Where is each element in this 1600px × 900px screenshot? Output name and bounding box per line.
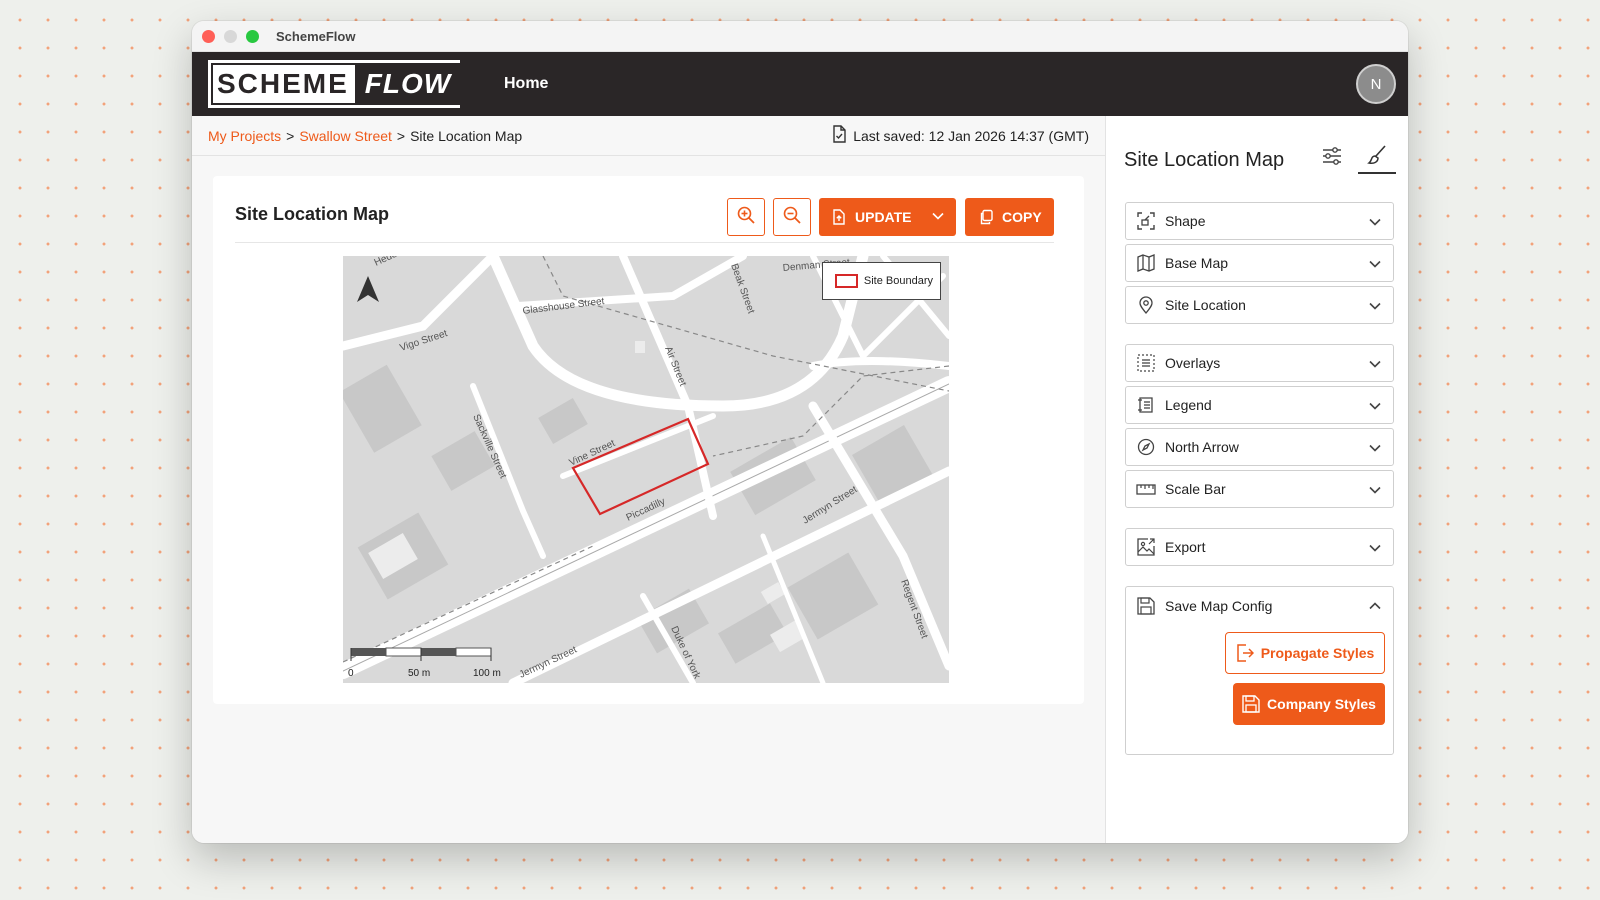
zoom-out-button[interactable] [773, 198, 811, 236]
section-base-map[interactable]: Base Map [1125, 244, 1394, 282]
scale-label: 50 m [408, 668, 430, 679]
zoom-out-icon [782, 205, 802, 230]
chevron-down-icon [1368, 441, 1382, 458]
propagate-styles-button[interactable]: Propagate Styles [1225, 632, 1385, 674]
update-label: UPDATE [855, 209, 912, 225]
copy-label: COPY [1002, 209, 1042, 225]
shape-icon [1136, 211, 1156, 231]
save-icon [1242, 695, 1260, 713]
propagate-icon [1236, 644, 1254, 662]
settings-panel: Site Location Map Shape Base Map Site Lo… [1105, 116, 1408, 843]
export-image-icon [1136, 537, 1156, 557]
section-label: North Arrow [1165, 439, 1239, 455]
panel-title: Site Location Map [1124, 149, 1285, 171]
legend-swatch [834, 274, 858, 288]
location-pin-icon [1136, 295, 1156, 315]
chevron-up-icon [1368, 599, 1382, 616]
nav-home-link[interactable]: Home [504, 75, 548, 93]
section-label: Base Map [1165, 255, 1229, 271]
copy-icon [979, 209, 994, 225]
chevron-down-icon [1368, 257, 1382, 274]
chevron-down-icon [1368, 399, 1382, 416]
chevron-down-icon[interactable] [931, 209, 945, 226]
section-site-location[interactable]: Site Location [1125, 286, 1394, 324]
window-titlebar: SchemeFlow [192, 21, 1408, 52]
map-card: Site Location Map UPDATE COPY Glasshouse… [213, 176, 1084, 704]
card-title: Site Location Map [235, 204, 390, 224]
section-overlays[interactable]: Overlays [1125, 344, 1394, 382]
last-saved-text: Last saved: 12 Jan 2026 14:37 (GMT) [853, 127, 1089, 144]
overlays-icon [1136, 353, 1156, 373]
scale-label: 100 m [473, 668, 501, 679]
section-label: Save Map Config [1165, 598, 1273, 614]
breadcrumb-bar: My Projects > Swallow Street > Site Loca… [192, 116, 1105, 156]
section-north-arrow[interactable]: North Arrow [1125, 428, 1394, 466]
company-styles-button[interactable]: Company Styles [1233, 683, 1385, 725]
compass-icon [1136, 437, 1156, 457]
section-label: Shape [1165, 213, 1206, 229]
section-label: Site Location [1165, 297, 1246, 313]
logo-text-flow: FLOW [354, 63, 462, 105]
card-divider [235, 242, 1054, 243]
chevron-down-icon [1368, 357, 1382, 374]
map-legend: Site Boundary [821, 262, 941, 300]
legend-label: Site Boundary [863, 275, 933, 287]
chevron-down-icon [1368, 483, 1382, 500]
propagate-label: Propagate Styles [1260, 645, 1375, 661]
section-save-map-config: Save Map Config Propagate Styles Company… [1125, 586, 1394, 755]
minimize-window-button[interactable] [224, 29, 237, 43]
section-label: Legend [1165, 397, 1212, 413]
maximize-window-button[interactable] [246, 29, 259, 43]
schemeflow-logo[interactable]: SCHEME FLOW [208, 60, 462, 108]
ruler-icon [1136, 479, 1156, 499]
saved-document-icon [831, 125, 847, 146]
zoom-in-icon [736, 205, 756, 230]
close-window-button[interactable] [202, 29, 215, 43]
section-export[interactable]: Export [1125, 528, 1394, 566]
brush-icon [1366, 144, 1388, 166]
breadcrumb-current-page: Site Location Map [410, 127, 523, 144]
map-canvas: Glasshouse Street Denman Street Vigo Str… [343, 256, 949, 683]
breadcrumb-separator: > [286, 127, 295, 144]
window-title: SchemeFlow [276, 28, 356, 44]
legend-icon [1136, 395, 1156, 415]
app-window: SchemeFlow SCHEME FLOW Home N My Project… [192, 21, 1408, 843]
sliders-icon [1321, 146, 1343, 166]
chevron-down-icon [1368, 541, 1382, 558]
user-avatar[interactable]: N [1356, 64, 1396, 104]
last-saved-status: Last saved: 12 Jan 2026 14:37 (GMT) [831, 125, 1089, 146]
save-icon [1136, 596, 1156, 616]
app-header: SCHEME FLOW Home N [192, 52, 1408, 116]
chevron-down-icon [1368, 299, 1382, 316]
breadcrumb-separator: > [396, 127, 406, 144]
tab-style[interactable] [1358, 138, 1396, 174]
site-location-map[interactable]: Glasshouse Street Denman Street Vigo Str… [343, 256, 949, 683]
map-icon [1136, 253, 1156, 273]
breadcrumb-my-projects[interactable]: My Projects [208, 128, 281, 144]
scale-label: 0 [348, 668, 354, 679]
zoom-in-button[interactable] [727, 198, 765, 236]
update-button[interactable]: UPDATE [819, 198, 956, 236]
tab-settings[interactable] [1313, 138, 1351, 174]
section-label: Export [1165, 539, 1206, 555]
logo-text-scheme: SCHEME [211, 63, 355, 105]
breadcrumb-swallow-street[interactable]: Swallow Street [299, 128, 392, 144]
section-label: Scale Bar [1165, 481, 1226, 497]
save-map-config-header[interactable]: Save Map Config [1126, 587, 1393, 625]
section-shape[interactable]: Shape [1125, 202, 1394, 240]
north-arrow-icon [355, 274, 381, 304]
section-scale-bar[interactable]: Scale Bar [1125, 470, 1394, 508]
company-styles-label: Company Styles [1267, 696, 1376, 712]
section-label: Overlays [1165, 355, 1221, 371]
chevron-down-icon [1368, 215, 1382, 232]
section-legend[interactable]: Legend [1125, 386, 1394, 424]
main-content: My Projects > Swallow Street > Site Loca… [192, 116, 1105, 843]
update-document-icon [832, 209, 846, 225]
copy-button[interactable]: COPY [965, 198, 1054, 236]
